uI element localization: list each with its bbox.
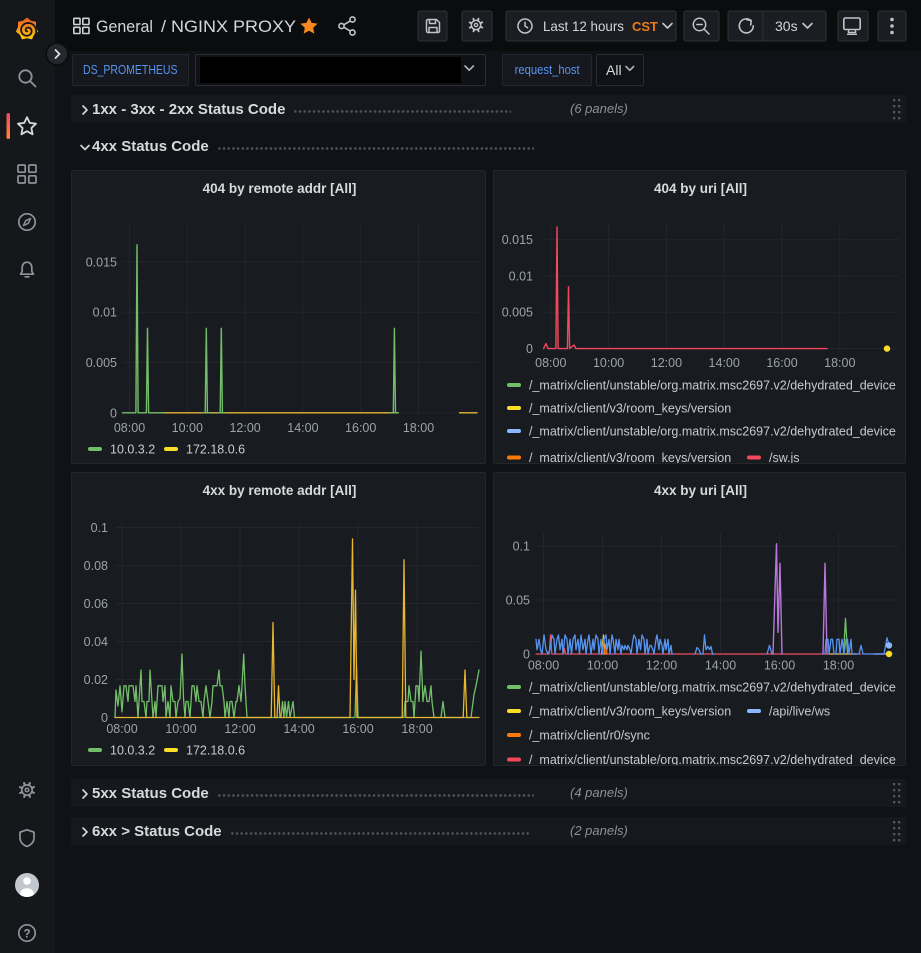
svg-text:08:00: 08:00: [528, 659, 559, 673]
svg-text:4xx by remote addr [All]: 4xx by remote addr [All]: [203, 483, 357, 498]
svg-text:/api/live/ws: /api/live/ws: [769, 705, 830, 719]
svg-text:CST: CST: [632, 19, 658, 34]
svg-text:404 by remote addr [All]: 404 by remote addr [All]: [203, 181, 357, 196]
svg-text:404 by uri [All]: 404 by uri [All]: [654, 181, 747, 196]
svg-text:4xx by uri [All]: 4xx by uri [All]: [654, 483, 747, 498]
svg-text:172.18.0.6: 172.18.0.6: [186, 744, 245, 758]
svg-text:0.015: 0.015: [86, 255, 117, 269]
svg-text:?: ?: [23, 929, 30, 941]
svg-text:/ NGINX PROXY: / NGINX PROXY: [161, 17, 296, 36]
svg-text:0.06: 0.06: [84, 597, 108, 611]
svg-text:16:00: 16:00: [764, 659, 795, 673]
svg-text:30s: 30s: [775, 18, 798, 34]
svg-text:18:00: 18:00: [401, 722, 432, 736]
svg-text:10:00: 10:00: [587, 659, 618, 673]
svg-text:14:00: 14:00: [283, 722, 314, 736]
svg-text:10:00: 10:00: [172, 421, 203, 435]
svg-text:12:00: 12:00: [651, 356, 682, 370]
svg-text:/_matrix/client/unstable/org.m: /_matrix/client/unstable/org.matrix.msc2…: [529, 379, 896, 393]
svg-text:10.0.3.2: 10.0.3.2: [110, 443, 155, 457]
svg-text:0.015: 0.015: [502, 233, 533, 247]
svg-text:08:00: 08:00: [106, 722, 137, 736]
svg-text:12:00: 12:00: [646, 659, 677, 673]
svg-text:0.01: 0.01: [509, 269, 533, 283]
svg-text:172.18.0.6: 172.18.0.6: [186, 443, 245, 457]
svg-text:16:00: 16:00: [345, 421, 376, 435]
svg-text:08:00: 08:00: [535, 356, 566, 370]
svg-text:0.01: 0.01: [93, 306, 117, 320]
svg-text:0.08: 0.08: [84, 559, 108, 573]
svg-text:18:00: 18:00: [403, 421, 434, 435]
svg-text:0: 0: [110, 406, 117, 420]
svg-text:14:00: 14:00: [705, 659, 736, 673]
svg-text:/_matrix/client/v3/room_keys/v: /_matrix/client/v3/room_keys/version: [529, 402, 731, 416]
svg-text:08:00: 08:00: [114, 421, 145, 435]
svg-text:/_matrix/client/unstable/org.m: /_matrix/client/unstable/org.matrix.msc2…: [529, 425, 896, 439]
svg-text:18:00: 18:00: [823, 659, 854, 673]
svg-text:0.005: 0.005: [86, 356, 117, 370]
svg-text:0.1: 0.1: [91, 521, 108, 535]
svg-text:/_matrix/client/v3/room_keys/v: /_matrix/client/v3/room_keys/version: [529, 451, 731, 463]
svg-text:/_matrix/client/r0/sync: /_matrix/client/r0/sync: [529, 729, 650, 743]
svg-text:10.0.3.2: 10.0.3.2: [110, 744, 155, 758]
svg-text:10:00: 10:00: [165, 722, 196, 736]
svg-text:/_matrix/client/unstable/org.m: /_matrix/client/unstable/org.matrix.msc2…: [529, 681, 896, 695]
svg-text:16:00: 16:00: [766, 356, 797, 370]
svg-text:10:00: 10:00: [593, 356, 624, 370]
svg-text:12:00: 12:00: [224, 722, 255, 736]
svg-text:0.02: 0.02: [84, 673, 108, 687]
svg-text:General: General: [96, 17, 153, 36]
svg-text:16:00: 16:00: [342, 722, 373, 736]
svg-text:14:00: 14:00: [287, 421, 318, 435]
svg-text:/_matrix/client/v3/room_keys/v: /_matrix/client/v3/room_keys/version: [529, 705, 731, 719]
svg-text:/sw.js: /sw.js: [769, 451, 800, 463]
svg-text:0.05: 0.05: [506, 594, 530, 608]
svg-text:12:00: 12:00: [229, 421, 260, 435]
svg-text:0: 0: [526, 342, 533, 356]
svg-text:0.04: 0.04: [84, 635, 108, 649]
svg-text:0.005: 0.005: [502, 306, 533, 320]
svg-text:Last 12 hours: Last 12 hours: [543, 18, 624, 34]
svg-text:0.1: 0.1: [513, 540, 530, 554]
svg-text:14:00: 14:00: [709, 356, 740, 370]
svg-text:/_matrix/client/unstable/org.m: /_matrix/client/unstable/org.matrix.msc2…: [529, 753, 896, 765]
svg-text:18:00: 18:00: [824, 356, 855, 370]
